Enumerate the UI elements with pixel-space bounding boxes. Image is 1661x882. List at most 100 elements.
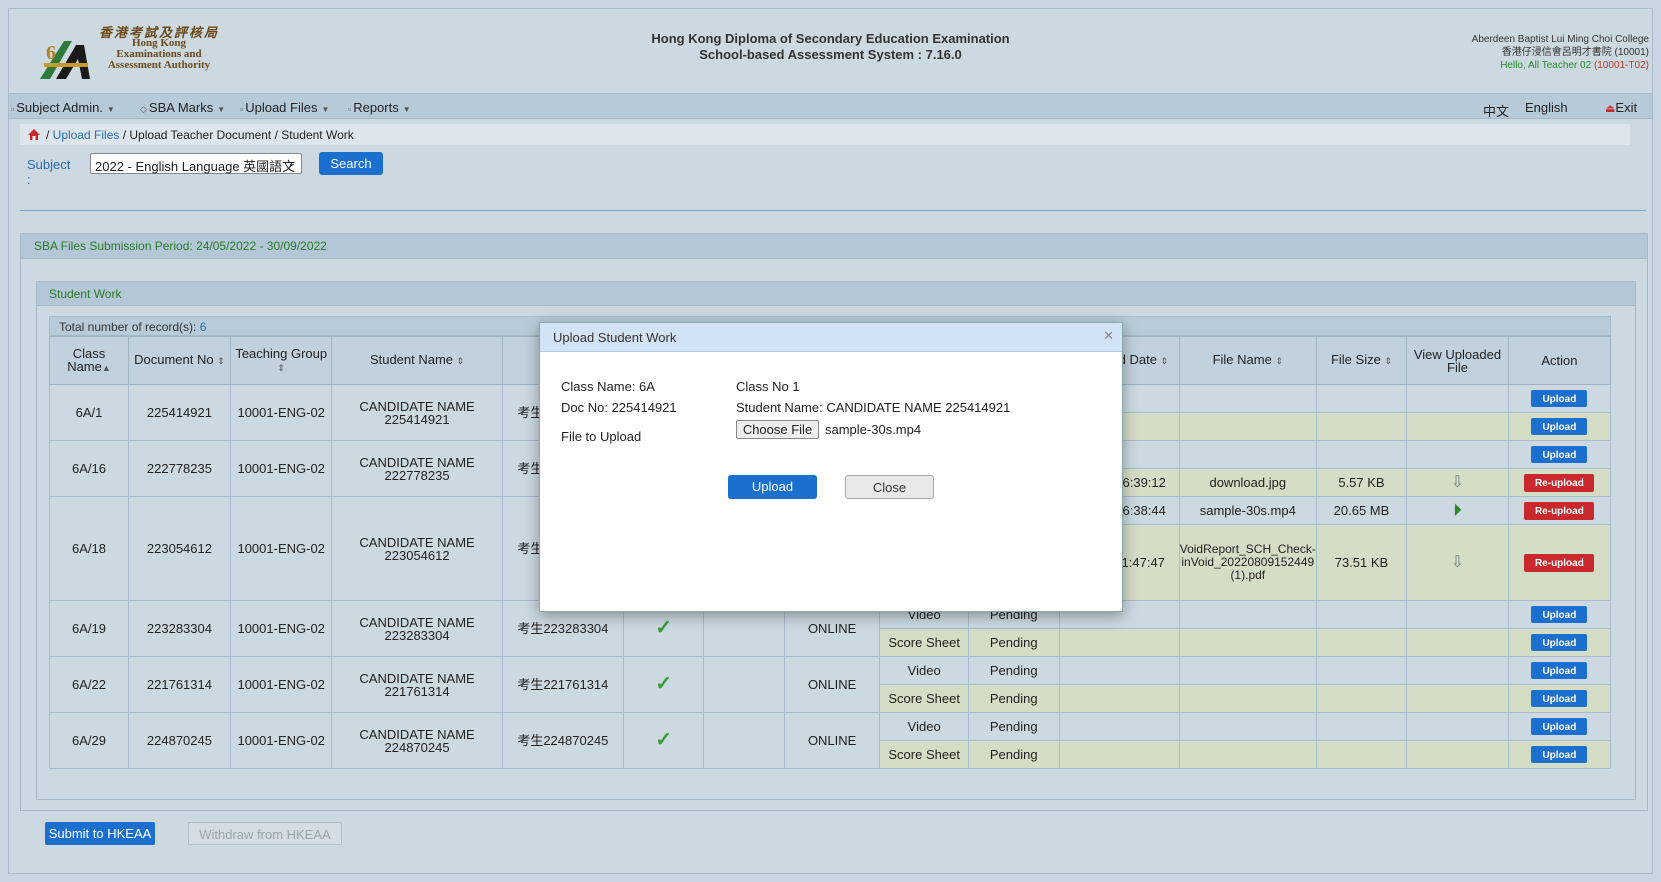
cell-file: sample-30s.mp4 [1178,496,1317,525]
subject-select[interactable]: 2022 - English Language 英國語文 ⌄ [90,153,302,174]
cell-view [1406,412,1509,441]
cell-file [1178,740,1317,769]
upload-button[interactable]: Upload [1531,690,1588,707]
upload-student-work-modal: Upload Student Work ✕ Class Name: 6A Cla… [539,322,1123,612]
cell-name: CANDIDATE NAME 223283304 [331,600,503,657]
cell-file [1178,412,1317,441]
divider [20,210,1646,211]
submit-to-hkeaa-button[interactable]: Submit to HKEAA [45,822,155,845]
cell-action: Upload [1507,412,1612,441]
upload-button[interactable]: Upload [1531,390,1588,407]
reupload-button[interactable]: Re-upload [1524,473,1595,492]
modal-title: Upload Student Work [553,330,677,345]
modal-upload-button[interactable]: Upload [728,475,817,499]
upload-button[interactable]: Upload [1531,746,1588,763]
col-label: Teaching Group [235,345,328,361]
cell-file [1178,628,1317,657]
cell-type: Video [879,712,969,741]
col-document-no[interactable]: Document No ⇕ [127,336,231,385]
menu-label: Subject Admin. [16,100,103,115]
cell-name: CANDIDATE NAME 225414921 [331,384,503,441]
lang-chinese-link[interactable]: 中文 [1483,101,1509,120]
lang-english-link[interactable]: English [1525,100,1568,115]
cell-candidate: 考生224870245 [501,712,625,769]
col-label: File Size [1330,352,1381,367]
menu-reports[interactable]: ▫ Reports ▼ [348,100,411,115]
cell-date [1058,740,1180,769]
play-icon[interactable]: ⏵ [1453,500,1462,520]
cell-action: Upload [1507,384,1612,413]
cell-class: 6A/1 [49,384,129,441]
cell-candidate: 考生221761314 [501,656,625,713]
menu-upload-files[interactable]: ▫ Upload Files ▼ [240,100,329,115]
cell-view [1406,600,1509,629]
sort-asc-icon: ▲ [101,362,111,373]
col-student-name[interactable]: Student Name ⇕ [331,336,503,385]
col-class-name[interactable]: Class Name▲ [49,336,129,385]
cell-status: Pending [967,712,1060,741]
sort-icon: ⇕ [217,356,225,366]
menu-bar: ▫ Subject Admin. ▼ ◇ SBA Marks ▼ ▫ Upload Fil… [9,93,1652,119]
table-row: 6A/22 221761314 10001-ENG-02 CANDIDATE N… [49,656,1612,713]
cell-view [1406,712,1509,741]
modal-close-button[interactable]: Close [845,475,934,499]
cell-view [1406,656,1509,685]
upload-button[interactable]: Upload [1531,446,1588,463]
close-icon[interactable]: ✕ [1103,328,1114,344]
menu-sba-marks[interactable]: ◇ SBA Marks ▼ [140,100,225,115]
col-file-size[interactable]: File Size ⇕ [1315,336,1408,385]
download-icon[interactable]: ⇩ [1451,554,1464,571]
cell-type: Video [879,656,969,685]
cell-mode: ONLINE [783,712,881,769]
reupload-button[interactable]: Re-upload [1524,553,1595,572]
breadcrumb-upload-files[interactable]: Upload Files [53,128,120,142]
submission-period-title: SBA Files Submission Period: 24/05/2022 … [21,234,1647,259]
cell-size [1315,684,1408,713]
cell-view [1406,740,1509,769]
cell-view [1406,684,1509,713]
cell-type: Score Sheet [879,740,969,769]
cell-action: Upload [1507,440,1612,469]
menu-subject-admin[interactable]: ▫ Subject Admin. ▼ [11,100,115,115]
chosen-file-name: sample-30s.mp4 [825,422,922,437]
reupload-button[interactable]: Re-upload [1524,501,1595,520]
cell-size [1315,384,1408,413]
cell-action: Upload [1507,684,1612,713]
upload-button[interactable]: Upload [1531,418,1588,435]
system-title: Hong Kong Diploma of Secondary Education… [0,31,1661,63]
cell-file [1178,712,1317,741]
cell-action: Upload [1507,628,1612,657]
search-button[interactable]: Search [319,152,383,175]
upload-button[interactable]: Upload [1531,718,1588,735]
cell-size [1315,656,1408,685]
upload-button[interactable]: Upload [1531,634,1588,651]
home-icon[interactable] [28,129,40,140]
document-icon: ▫ [240,104,244,114]
cell-name: CANDIDATE NAME 223054612 [331,496,503,601]
exit-link[interactable]: ⏏Exit [1605,100,1637,115]
exit-label: Exit [1615,100,1638,115]
cell-view: ⇩ [1406,468,1509,497]
cell-group: 10001-ENG-02 [229,440,333,497]
cell-group: 10001-ENG-02 [229,496,333,601]
cell-doc: 225414921 [127,384,231,441]
upload-button[interactable]: Upload [1531,662,1588,679]
upload-button[interactable]: Upload [1531,606,1588,623]
marks-icon: ◇ [140,104,147,114]
sort-icon: ⇕ [1384,356,1392,366]
cell-mode: ONLINE [783,656,881,713]
cell-action: Re-upload [1507,468,1612,497]
cell-size: 73.51 KB [1315,524,1408,601]
subject-label: Subject : [27,157,71,187]
cell-size [1315,440,1408,469]
choose-file-button[interactable]: Choose File [736,420,819,439]
check-icon: ✓ [655,672,672,695]
cell-action: Upload [1507,712,1612,741]
cell-file [1178,440,1317,469]
cell-doc: 224870245 [127,712,231,769]
cell-size [1315,628,1408,657]
col-file-name[interactable]: File Name ⇕ [1178,336,1317,385]
col-teaching-group[interactable]: Teaching Group ⇕ [229,336,333,385]
download-icon[interactable]: ⇩ [1451,474,1464,491]
cell-size: 20.65 MB [1315,496,1408,525]
